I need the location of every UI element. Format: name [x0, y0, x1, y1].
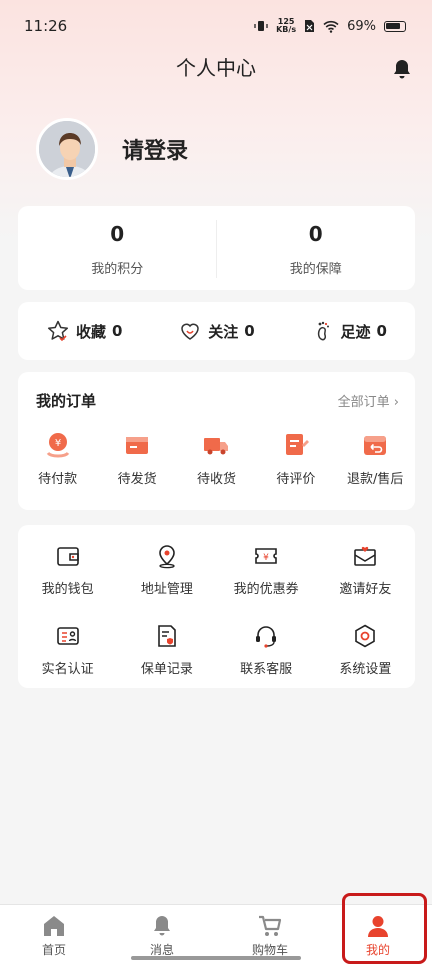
- tool-policy-records[interactable]: 保单记录: [117, 623, 216, 689]
- refund-icon: [364, 436, 387, 455]
- tool-invite[interactable]: 邀请好友: [316, 543, 415, 609]
- heart-icon: [181, 323, 200, 340]
- page-title: 个人中心: [176, 56, 256, 80]
- notification-bell-icon[interactable]: [392, 58, 412, 80]
- order-pending-payment[interactable]: ¥ 待付款: [20, 431, 96, 487]
- no-sim-icon: [305, 20, 315, 32]
- following-link[interactable]: 关注 0: [178, 319, 255, 343]
- tool-settings[interactable]: 系统设置: [316, 623, 415, 689]
- tool-address[interactable]: 地址管理: [117, 543, 216, 609]
- home-icon: [44, 916, 64, 936]
- profile-section[interactable]: 请登录: [36, 118, 188, 180]
- tool-wallet[interactable]: 我的钱包: [18, 543, 117, 609]
- protection-value: 0: [308, 222, 323, 246]
- order-pending-receipt[interactable]: 待收货: [178, 431, 254, 487]
- status-time: 11:26: [24, 17, 68, 35]
- svg-text:¥: ¥: [263, 553, 269, 563]
- wallet-icon: [56, 547, 79, 566]
- order-pending-review[interactable]: 待评价: [258, 431, 334, 487]
- vibrate-icon: [254, 21, 268, 31]
- quick-links-card: 收藏 0 关注 0 足迹 0: [18, 302, 415, 360]
- stats-card: 0 我的积分 0 我的保障: [18, 206, 415, 290]
- wifi-icon: [323, 20, 339, 33]
- battery-icon: [384, 20, 406, 32]
- svg-text:¥: ¥: [55, 438, 61, 449]
- invite-icon: [354, 546, 377, 566]
- orders-header: 我的订单 全部订单 ›: [18, 372, 415, 411]
- user-icon: [368, 916, 388, 937]
- id-card-icon: [56, 626, 79, 645]
- settings-icon: [355, 624, 376, 647]
- tab-mine[interactable]: 我的: [324, 905, 432, 964]
- star-icon: [47, 320, 69, 342]
- bell-icon: [154, 916, 170, 936]
- payment-icon: ¥: [46, 433, 69, 458]
- footprint-icon: [317, 321, 329, 341]
- avatar[interactable]: [36, 118, 98, 180]
- bottom-tab-bar: 首页 消息 购物车 我的: [0, 904, 432, 964]
- order-pending-shipment[interactable]: 待发货: [99, 431, 175, 487]
- protection-stat[interactable]: 0 我的保障: [217, 206, 416, 290]
- coupon-icon: ¥: [255, 548, 277, 564]
- battery-percent: 69%: [347, 18, 376, 34]
- protection-label: 我的保障: [289, 262, 342, 277]
- status-icons: 125 KB/s 69%: [254, 18, 406, 34]
- orders-title: 我的订单: [36, 392, 97, 410]
- tab-home[interactable]: 首页: [0, 905, 108, 964]
- orders-card: 我的订单 全部订单 › ¥ 待付款 待发货 待收货 待评价 退款/售后: [18, 372, 415, 510]
- footprints-link[interactable]: 足迹 0: [311, 319, 387, 343]
- order-refund-aftersale[interactable]: 退款/售后: [337, 431, 413, 487]
- points-label: 我的积分: [91, 262, 144, 277]
- package-icon: [126, 437, 149, 454]
- location-icon: [159, 545, 175, 569]
- login-prompt[interactable]: 请登录: [122, 133, 188, 165]
- tool-verification[interactable]: 实名认证: [18, 623, 117, 689]
- review-icon: [285, 434, 309, 455]
- points-stat[interactable]: 0 我的积分: [18, 206, 217, 290]
- tool-coupons[interactable]: ¥ 我的优惠券: [217, 543, 316, 609]
- tool-customer-service[interactable]: 联系客服: [217, 623, 316, 689]
- truck-icon: [204, 438, 229, 455]
- tools-card: 我的钱包 地址管理 ¥ 我的优惠券 邀请好友 实名认证 保单记录 联系客服 系统…: [18, 525, 415, 688]
- cart-icon: [259, 915, 282, 936]
- policy-icon: [158, 624, 176, 647]
- status-bar: 11:26 125 KB/s 69%: [0, 0, 432, 52]
- chevron-right-icon: ›: [393, 395, 399, 410]
- favorites-link[interactable]: 收藏 0: [46, 319, 122, 343]
- order-status-row: ¥ 待付款 待发货 待收货 待评价 退款/售后: [18, 411, 415, 487]
- points-value: 0: [110, 222, 125, 246]
- all-orders-link[interactable]: 全部订单 ›: [338, 391, 399, 410]
- headset-icon: [256, 625, 277, 648]
- net-speed: 125 KB/s: [276, 17, 297, 34]
- title-bar: 个人中心: [0, 52, 432, 84]
- home-indicator: [131, 956, 301, 960]
